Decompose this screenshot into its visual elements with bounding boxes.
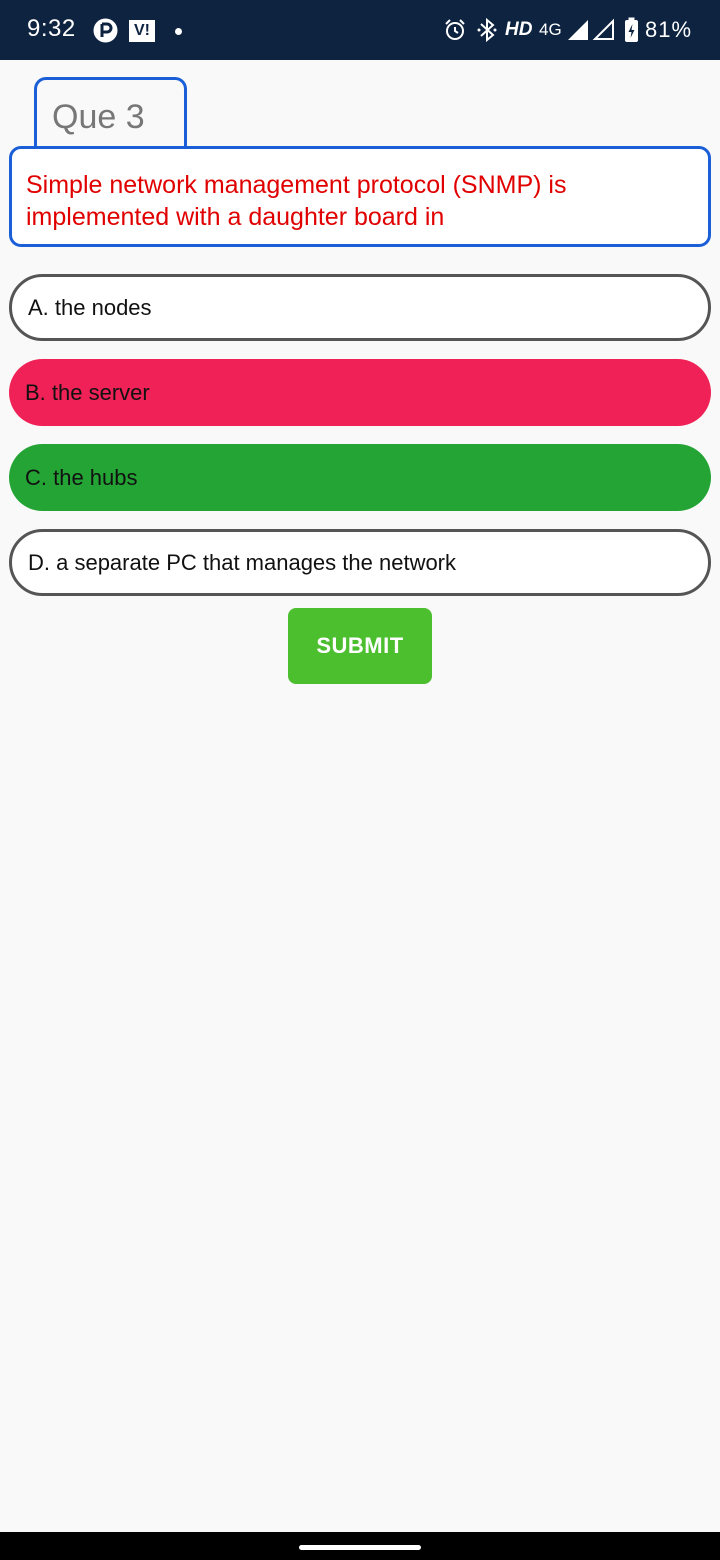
status-time: 9:32 [27,15,76,42]
signal-icon [568,20,588,40]
alarm-icon [445,19,465,40]
question-text: Simple network management protocol (SNMP… [9,146,711,247]
p-app-icon [93,18,118,43]
option-a[interactable]: A. the nodes [9,274,711,341]
battery-percent: 81% [645,17,693,42]
battery-charging-icon [625,17,638,42]
submit-button[interactable]: SUBMIT [288,608,432,684]
option-c-correct[interactable]: C. the hubs [9,444,711,511]
signal-icon [592,18,614,40]
vi-icon: V! [129,20,155,42]
question-number-tab: Que 3 [34,77,187,149]
home-gesture-handle[interactable] [299,1545,421,1550]
dot-icon [175,28,182,35]
bluetooth-icon [477,17,497,43]
hd-voice-label: HD [505,19,533,40]
option-b-wrong[interactable]: B. the server [9,359,711,426]
status-bar: 9:32 V! HD 4G 81% [0,0,720,60]
navigation-bar [0,1532,720,1560]
network-type-label: 4G [539,20,562,39]
option-d[interactable]: D. a separate PC that manages the networ… [9,529,711,596]
